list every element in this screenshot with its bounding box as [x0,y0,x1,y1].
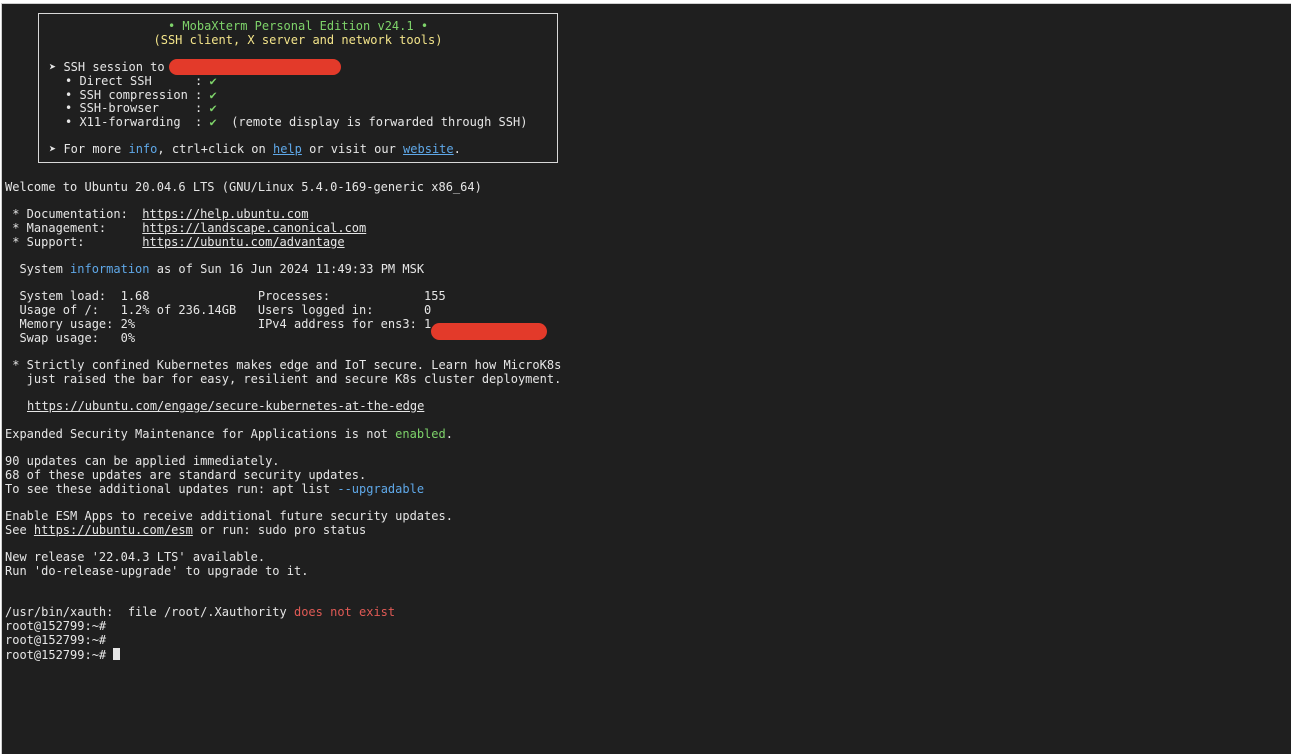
esm-link[interactable]: https://ubuntu.com/esm [34,523,193,537]
prompt-line: root@152799:~# [5,633,107,647]
stats-line: Usage of /: 1.2% of 236.14GB Users logge… [5,303,432,317]
redaction-mark [431,323,547,340]
updates-line: 68 of these updates are standard securit… [5,468,367,482]
management-link[interactable]: https://landscape.canonical.com [142,221,366,235]
sysinfo-line: System information as of Sun 16 Jun 2024… [5,262,425,276]
microk8s-link[interactable]: https://ubuntu.com/engage/secure-kuberne… [27,399,424,414]
esm-see-line: See https://ubuntu.com/esm or run: sudo … [5,523,367,537]
updates-line: 90 updates can be applied immediately. [5,454,280,468]
text-cursor [113,648,121,660]
terminal-window[interactable]: • MobaXterm Personal Edition v24.1 • (SS… [1,3,1291,754]
microk8s-line: * Strictly confined Kubernetes makes edg… [5,358,562,372]
updates-cmd-line: To see these additional updates run: apt… [5,482,425,496]
active-prompt-line[interactable]: root@152799:~# [5,648,121,663]
esm-line: Expanded Security Maintenance for Applic… [5,427,453,441]
support-link-line: * Support: https://ubuntu.com/advantage [5,235,345,249]
doc-link-line: * Documentation: https://help.ubuntu.com [5,207,309,221]
welcome-line: Welcome to Ubuntu 20.04.6 LTS (GNU/Linux… [5,180,482,194]
mgmt-link-line: * Management: https://landscape.canonica… [5,221,367,235]
upgradable-flag: --upgradable [337,482,425,496]
stats-line: Memory usage: 2% IPv4 address for ens3: … [5,317,432,331]
prompt-line: root@152799:~# [5,619,107,633]
information-word: information [70,262,150,276]
enabled-word: enabled [395,427,446,441]
release-line: Run 'do-release-upgrade' to upgrade to i… [5,564,309,578]
esm-apps-line: Enable ESM Apps to receive additional fu… [5,509,453,523]
support-link[interactable]: https://ubuntu.com/advantage [142,235,344,249]
stats-line: System load: 1.68 Processes: 155 [5,289,446,303]
xauth-error: does not exist [293,605,396,619]
documentation-link[interactable]: https://help.ubuntu.com [142,207,308,221]
microk8s-line: just raised the bar for easy, resilient … [5,372,562,386]
terminal-output[interactable]: Welcome to Ubuntu 20.04.6 LTS (GNU/Linux… [5,4,1291,754]
stats-line: Swap usage: 0% [5,331,136,345]
release-line: New release '22.04.3 LTS' available. [5,550,266,564]
xauth-line: /usr/bin/xauth: file /root/.Xauthority d… [5,605,396,619]
